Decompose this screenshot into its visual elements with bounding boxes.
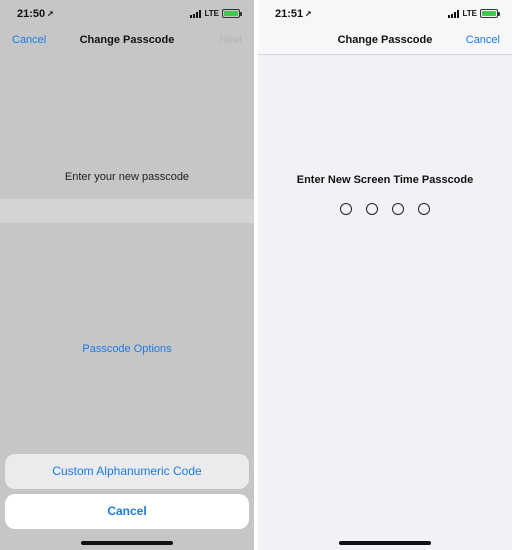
passcode-dot [340,203,352,215]
network-label: LTE [204,9,219,18]
passcode-entry-field[interactable] [0,199,254,223]
home-indicator[interactable] [81,541,173,545]
home-indicator[interactable] [339,541,431,545]
next-button[interactable]: Next [219,34,242,46]
status-bar: 21:50 ➚ LTE [0,0,254,28]
network-label: LTE [462,9,477,18]
custom-alphanumeric-code-button[interactable]: Custom Alphanumeric Code [5,454,249,489]
passcode-dots[interactable] [258,203,512,215]
status-indicators: LTE [448,9,500,18]
passcode-dot [392,203,404,215]
screen-time-passcode-prompt: Enter New Screen Time Passcode [296,174,474,186]
change-passcode-screen-left: 21:50 ➚ LTE Cancel Change Passcode Next E… [0,0,254,550]
location-arrow-icon: ➚ [47,9,54,18]
battery-icon [222,9,242,18]
passcode-dot [366,203,378,215]
status-bar: 21:51 ➚ LTE [258,0,512,28]
status-indicators: LTE [190,9,242,18]
signal-icon [190,9,202,18]
status-time-wrap: 21:51 ➚ [275,8,312,20]
signal-icon [448,9,460,18]
navigation-bar: Cancel Change Passcode Next [0,28,254,54]
change-passcode-screen-right: 21:51 ➚ LTE Change Passcode Cancel Enter … [258,0,512,550]
page-title: Change Passcode [79,34,175,46]
location-arrow-icon: ➚ [305,9,312,18]
status-time-wrap: 21:50 ➚ [17,8,54,20]
passcode-prompt: Enter your new passcode [64,171,190,183]
battery-icon [480,9,500,18]
passcode-options-link[interactable]: Passcode Options [0,343,254,355]
status-time: 21:51 [275,8,304,20]
passcode-dot [418,203,430,215]
status-time: 21:50 [17,8,46,20]
navigation-bar: Change Passcode Cancel [258,28,512,55]
cancel-button[interactable]: Cancel [466,34,500,46]
action-sheet-cancel-button[interactable]: Cancel [5,494,249,529]
